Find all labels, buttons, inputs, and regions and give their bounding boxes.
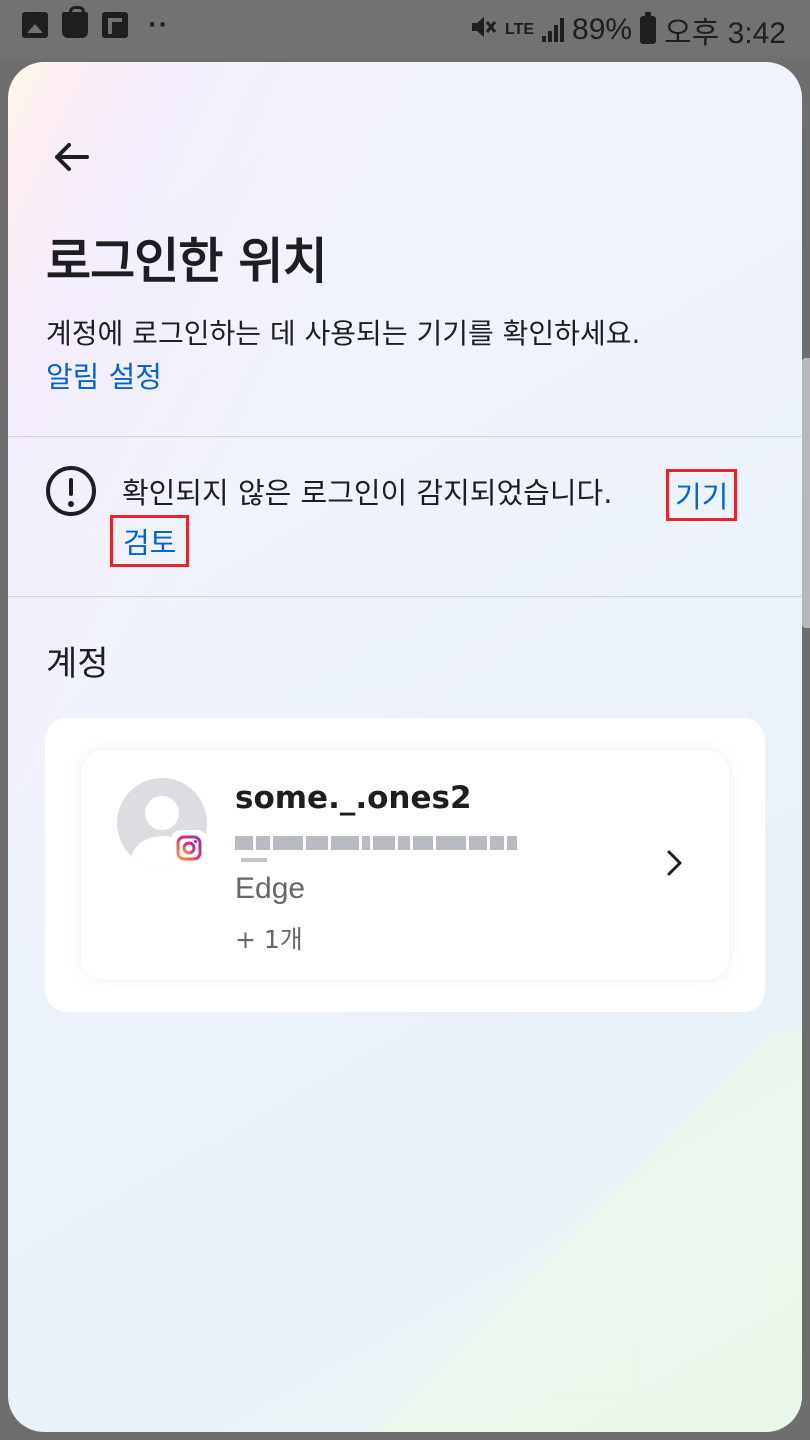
mute-icon — [469, 14, 497, 46]
signal-icon — [542, 18, 565, 42]
flipboard-notification-icon — [102, 12, 128, 38]
arrow-left-icon — [55, 143, 89, 171]
page-title: 로그인한 위치 — [46, 233, 328, 290]
status-bar: ·· LTE 89% 오후 3:42 — [0, 0, 810, 58]
instagram-icon — [171, 830, 207, 866]
battery-icon — [640, 12, 657, 44]
device-browser: Edge — [235, 872, 306, 905]
account-list-item[interactable]: some._.ones2 Edge + 1개 — [81, 750, 729, 980]
battery-percent: 89% — [572, 13, 633, 46]
page-description: 계정에 로그인하는 데 사용되는 기기를 확인하세요. — [46, 317, 641, 350]
login-locations-sheet: 로그인한 위치 계정에 로그인하는 데 사용되는 기기를 확인하세요. 알림 설… — [8, 62, 802, 1432]
divider — [8, 596, 802, 597]
back-button[interactable] — [46, 132, 96, 182]
account-username: some._.ones2 — [235, 780, 472, 816]
alert-icon — [46, 466, 96, 516]
clock: 오후 3:42 — [664, 17, 786, 50]
divider — [8, 436, 802, 437]
notification-settings-link[interactable]: 알림 설정 — [46, 354, 162, 396]
accounts-list: some._.ones2 Edge + 1개 — [45, 718, 765, 1012]
unrecognized-login-alert: 확인되지 않은 로그인이 감지되었습니다. — [122, 476, 613, 510]
gallery-notification-icon — [22, 12, 48, 38]
review-devices-link-continued[interactable]: 검토 — [110, 515, 190, 567]
redacted-location — [235, 830, 555, 856]
scroll-indicator[interactable] — [802, 358, 810, 628]
network-type: LTE — [504, 21, 535, 38]
shopping-bag-notification-icon — [62, 6, 88, 38]
more-notifications-indicator: ·· — [148, 12, 169, 38]
redacted-detail — [241, 858, 267, 862]
background-decoration — [282, 1032, 802, 1432]
additional-devices-count: + 1개 — [235, 925, 303, 954]
review-devices-link[interactable]: 기기 — [666, 469, 738, 521]
chevron-right-icon — [659, 848, 689, 878]
accounts-section-title: 계정 — [46, 644, 109, 684]
